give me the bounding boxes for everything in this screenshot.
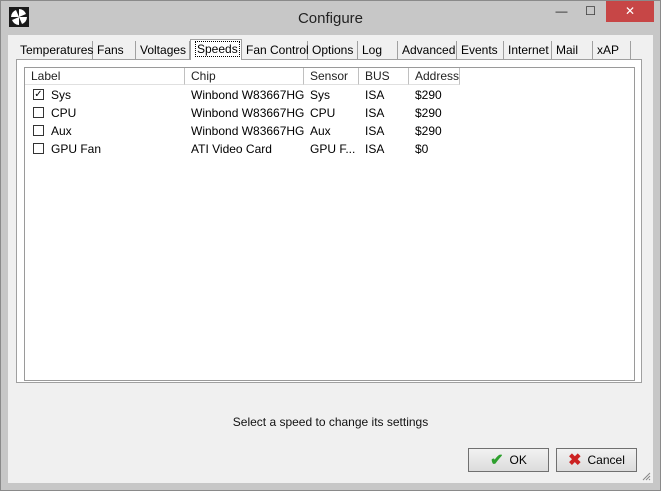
row-bus: ISA bbox=[365, 88, 385, 102]
ok-button[interactable]: ✔ OK bbox=[468, 448, 549, 472]
maximize-button[interactable]: ☐ bbox=[577, 1, 604, 22]
row-label: CPU bbox=[51, 106, 77, 120]
row-address: $290 bbox=[415, 88, 442, 102]
row-label: Sys bbox=[51, 88, 72, 102]
configure-window: Configure — ☐ ✕ Temperatures Fans Voltag… bbox=[0, 0, 661, 491]
ok-label: OK bbox=[509, 453, 527, 467]
column-header-bus[interactable]: BUS bbox=[359, 68, 409, 85]
row-bus: ISA bbox=[365, 106, 385, 120]
table-row[interactable]: ✓ Sys Winbond W83667HG Sys ISA $290 bbox=[25, 86, 634, 104]
x-icon: ✖ bbox=[568, 452, 582, 469]
tab-internet[interactable]: Internet bbox=[504, 41, 552, 59]
table-row[interactable]: CPU Winbond W83667HG CPU ISA $290 bbox=[25, 104, 634, 122]
column-header-chip[interactable]: Chip bbox=[185, 68, 304, 85]
row-chip: Winbond W83667HG bbox=[191, 124, 304, 138]
row-address: $290 bbox=[415, 106, 442, 120]
row-chip: Winbond W83667HG bbox=[191, 106, 304, 120]
column-header-address[interactable]: Address bbox=[409, 68, 460, 85]
row-bus: ISA bbox=[365, 124, 385, 138]
table-row[interactable]: GPU Fan ATI Video Card GPU F... ISA $0 bbox=[25, 140, 634, 158]
row-checkbox[interactable] bbox=[33, 125, 44, 136]
row-label: Aux bbox=[51, 124, 72, 138]
tab-temperatures[interactable]: Temperatures bbox=[16, 41, 93, 59]
row-sensor: CPU bbox=[310, 106, 336, 120]
resize-grip-icon[interactable] bbox=[641, 471, 651, 481]
title-bar[interactable]: Configure — ☐ ✕ bbox=[1, 1, 660, 35]
list-header: Label Chip Sensor BUS Address bbox=[25, 68, 634, 85]
row-checkbox[interactable]: ✓ bbox=[33, 89, 44, 100]
row-chip: Winbond W83667HG bbox=[191, 88, 304, 102]
tab-events[interactable]: Events bbox=[457, 41, 504, 59]
minimize-button[interactable]: — bbox=[548, 1, 575, 22]
cancel-button[interactable]: ✖ Cancel bbox=[556, 448, 637, 472]
row-address: $290 bbox=[415, 124, 442, 138]
close-button[interactable]: ✕ bbox=[606, 1, 654, 22]
cancel-label: Cancel bbox=[587, 453, 625, 467]
tab-options[interactable]: Options bbox=[308, 41, 358, 59]
tab-xap[interactable]: xAP bbox=[593, 41, 631, 59]
row-address: $0 bbox=[415, 142, 429, 156]
row-sensor: Aux bbox=[310, 124, 331, 138]
dialog-client: Temperatures Fans Voltages Speeds Fan Co… bbox=[8, 35, 653, 483]
check-icon: ✔ bbox=[490, 452, 504, 469]
row-label: GPU Fan bbox=[51, 142, 102, 156]
speeds-list[interactable]: Label Chip Sensor BUS Address ✓ Sys Winb… bbox=[24, 67, 635, 381]
tab-advanced[interactable]: Advanced bbox=[398, 41, 457, 59]
tab-mail[interactable]: Mail bbox=[552, 41, 593, 59]
table-row[interactable]: Aux Winbond W83667HG Aux ISA $290 bbox=[25, 122, 634, 140]
tab-fan-control[interactable]: Fan Control bbox=[242, 41, 309, 59]
tab-log[interactable]: Log bbox=[358, 41, 398, 59]
tab-fans[interactable]: Fans bbox=[93, 41, 136, 59]
status-text: Select a speed to change its settings bbox=[232, 415, 429, 429]
row-sensor: GPU F... bbox=[310, 142, 356, 156]
row-checkbox[interactable] bbox=[33, 143, 44, 154]
row-checkbox[interactable] bbox=[33, 107, 44, 118]
tab-strip: Temperatures Fans Voltages Speeds Fan Co… bbox=[16, 39, 646, 60]
speeds-panel: Label Chip Sensor BUS Address ✓ Sys Winb… bbox=[16, 59, 642, 383]
row-bus: ISA bbox=[365, 142, 385, 156]
column-header-label[interactable]: Label bbox=[25, 68, 185, 85]
tab-speeds[interactable]: Speeds bbox=[190, 39, 242, 60]
row-sensor: Sys bbox=[310, 88, 331, 102]
row-chip: ATI Video Card bbox=[191, 142, 272, 156]
tab-voltages[interactable]: Voltages bbox=[136, 41, 190, 59]
column-header-sensor[interactable]: Sensor bbox=[304, 68, 359, 85]
